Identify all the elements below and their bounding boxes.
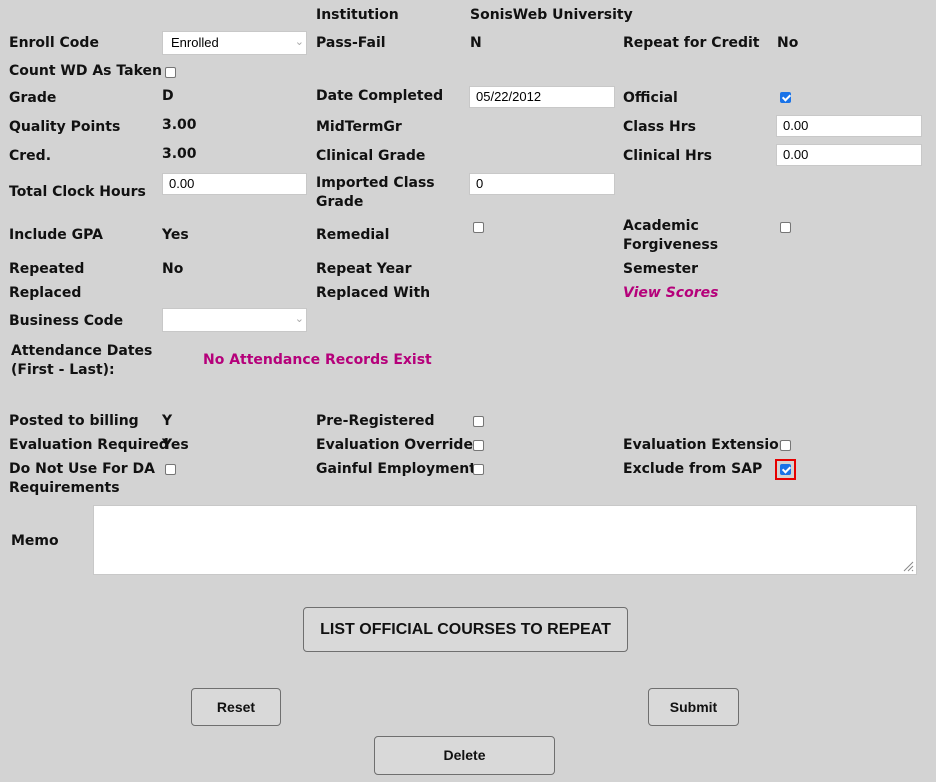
evaluation-required-label: Evaluation Required xyxy=(9,437,169,453)
view-scores-link[interactable]: View Scores xyxy=(623,284,718,303)
submit-button[interactable]: Submit xyxy=(648,688,739,726)
enroll-code-select[interactable]: Enrolled ⌄ xyxy=(162,31,307,55)
class-hrs-input[interactable]: 0.00 xyxy=(776,115,922,137)
clinical-grade-label: Clinical Grade xyxy=(316,148,426,164)
do-not-use-da-label: Do Not Use For DA Requirements xyxy=(9,461,155,496)
count-wd-label: Count WD As Taken xyxy=(9,63,162,79)
gainful-employment-checkbox[interactable] xyxy=(473,464,484,475)
chevron-down-icon: ⌄ xyxy=(294,313,304,325)
midterm-label: MidTermGr xyxy=(316,119,402,135)
exclude-from-sap-label: Exclude from SAP xyxy=(623,461,763,477)
reset-button[interactable]: Reset xyxy=(191,688,281,726)
total-clock-hours-input[interactable]: 0.00 xyxy=(162,173,307,195)
business-code-label: Business Code xyxy=(9,313,124,329)
replaced-label: Replaced xyxy=(9,285,82,301)
memo-textarea[interactable] xyxy=(93,505,917,575)
remedial-checkbox[interactable] xyxy=(473,222,484,233)
do-not-use-da-checkbox[interactable] xyxy=(165,464,176,475)
repeat-year-label: Repeat Year xyxy=(316,261,412,277)
repeated-value: No xyxy=(162,261,184,277)
academic-forgiveness-label: Academic Forgiveness xyxy=(623,218,719,253)
delete-button[interactable]: Delete xyxy=(374,736,555,775)
replaced-with-label: Replaced With xyxy=(316,285,431,301)
repeat-for-credit-value: No xyxy=(777,35,799,51)
exclude-from-sap-checkbox[interactable] xyxy=(780,464,791,475)
attendance-status-text: No Attendance Records Exist xyxy=(203,352,432,368)
pre-registered-label: Pre-Registered xyxy=(316,413,435,429)
official-label: Official xyxy=(623,90,678,106)
pass-fail-value: N xyxy=(470,35,482,51)
gainful-employment-label: Gainful Employment xyxy=(316,461,476,477)
memo-label: Memo xyxy=(11,533,59,549)
grade-label: Grade xyxy=(9,90,57,106)
class-hrs-label: Class Hrs xyxy=(623,119,697,135)
posted-to-billing-label: Posted to billing xyxy=(9,413,139,429)
evaluation-extension-checkbox[interactable] xyxy=(780,440,791,451)
pass-fail-label: Pass-Fail xyxy=(316,35,386,51)
enroll-code-label: Enroll Code xyxy=(9,35,99,51)
imported-class-grade-label: Imported Class Grade xyxy=(316,175,435,210)
resize-grip-icon[interactable] xyxy=(902,560,914,572)
quality-points-label: Quality Points xyxy=(9,119,121,135)
total-clock-hours-label: Total Clock Hours xyxy=(9,184,146,200)
clinical-hrs-input[interactable]: 0.00 xyxy=(776,144,922,166)
evaluation-extension-label: Evaluation Extension xyxy=(623,437,789,453)
repeat-for-credit-label: Repeat for Credit xyxy=(623,35,760,51)
imported-class-grade-input[interactable]: 0 xyxy=(469,173,615,195)
cred-label: Cred. xyxy=(9,148,52,164)
official-checkbox[interactable] xyxy=(780,92,791,103)
evaluation-override-label: Evaluation Override xyxy=(316,437,473,453)
grade-value: D xyxy=(162,88,174,104)
evaluation-required-value: Yes xyxy=(162,437,189,453)
remedial-label: Remedial xyxy=(316,227,390,243)
count-wd-checkbox[interactable] xyxy=(165,67,176,78)
posted-to-billing-value: Y xyxy=(162,413,173,429)
date-completed-input[interactable]: 05/22/2012 xyxy=(469,86,615,108)
institution-label: Institution xyxy=(316,7,399,23)
date-completed-label: Date Completed xyxy=(316,88,444,104)
enroll-code-selected-value: Enrolled xyxy=(171,35,219,50)
business-code-select[interactable]: ⌄ xyxy=(162,308,307,332)
include-gpa-value: Yes xyxy=(162,227,189,243)
attendance-dates-label: Attendance Dates (First - Last): xyxy=(11,343,153,378)
clinical-hrs-label: Clinical Hrs xyxy=(623,148,713,164)
academic-forgiveness-checkbox[interactable] xyxy=(780,222,791,233)
semester-label: Semester xyxy=(623,261,699,277)
list-official-courses-button[interactable]: LIST OFFICIAL COURSES TO REPEAT xyxy=(303,607,628,652)
quality-points-value: 3.00 xyxy=(162,117,197,133)
pre-registered-checkbox[interactable] xyxy=(473,416,484,427)
cred-value: 3.00 xyxy=(162,146,197,162)
include-gpa-label: Include GPA xyxy=(9,227,103,243)
institution-value: SonisWeb University xyxy=(470,7,633,23)
evaluation-override-checkbox[interactable] xyxy=(473,440,484,451)
chevron-down-icon: ⌄ xyxy=(294,36,304,48)
repeated-label: Repeated xyxy=(9,261,85,277)
